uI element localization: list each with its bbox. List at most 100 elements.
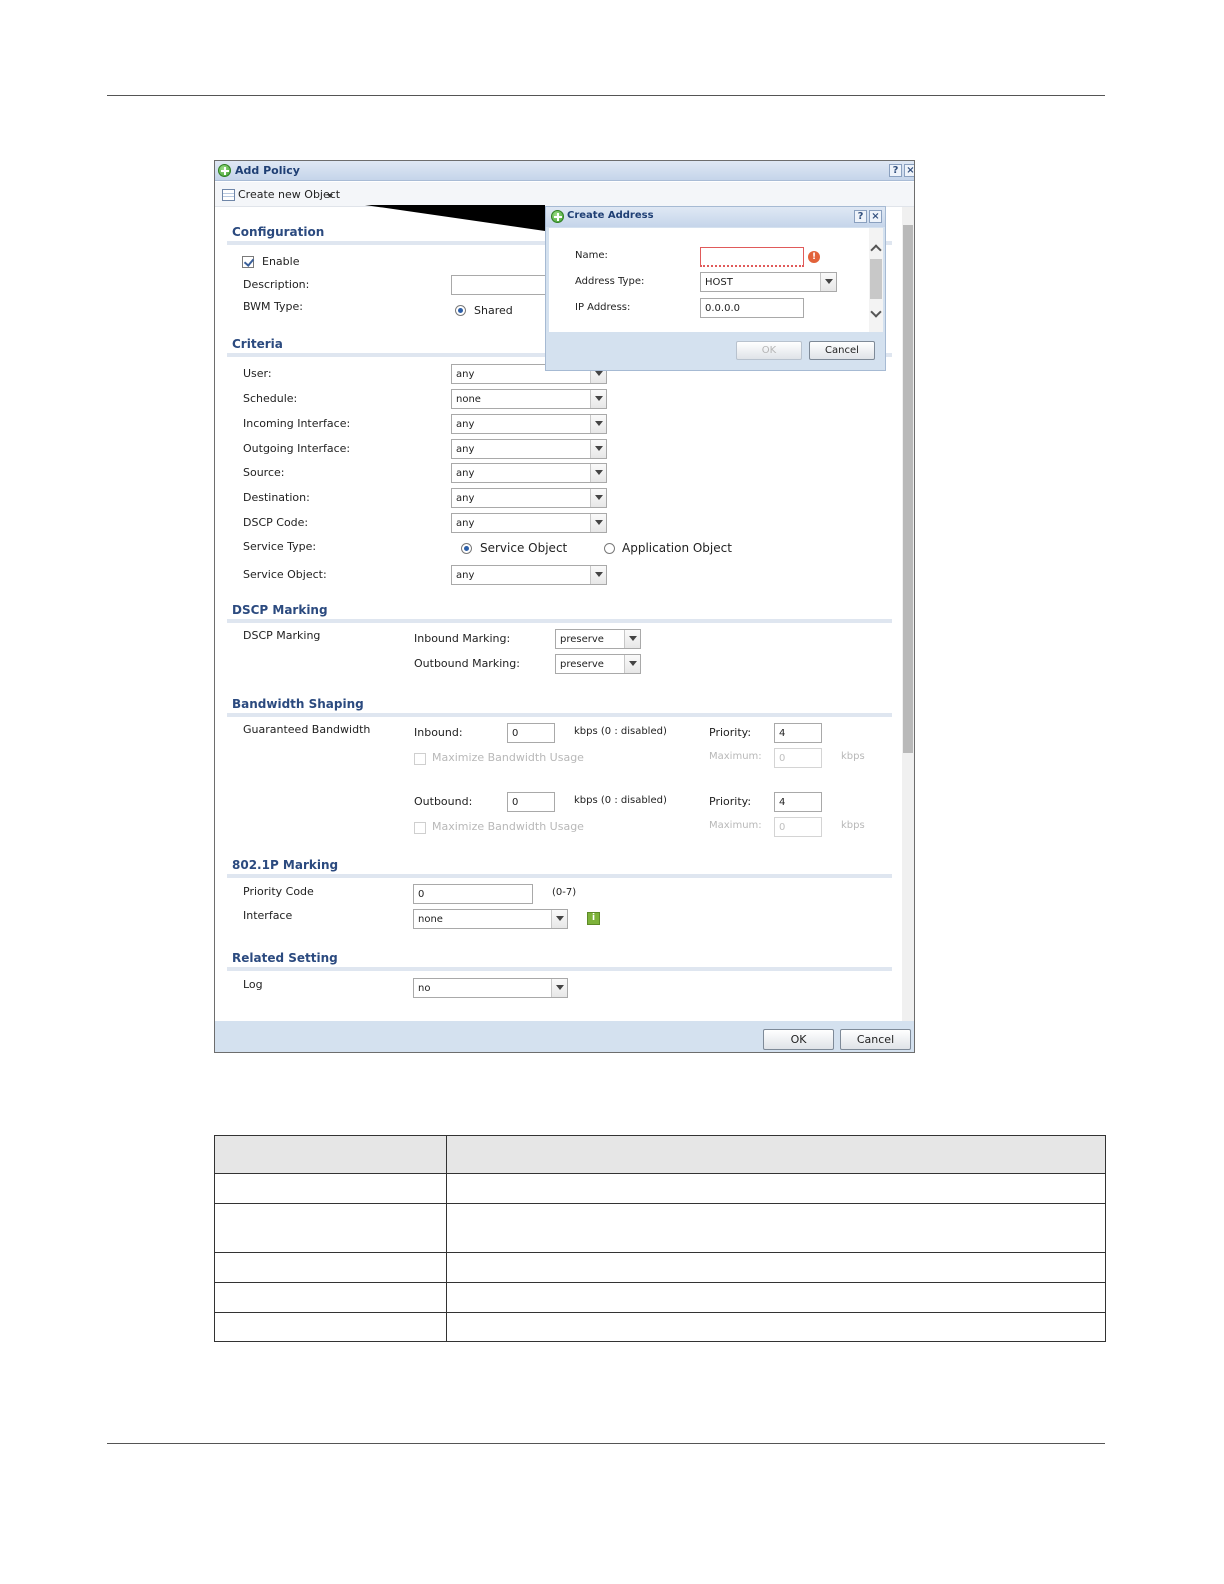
section-configuration-heading: Configuration	[232, 225, 325, 239]
bwm-shared-label: Shared	[474, 304, 513, 317]
source-select[interactable]: any	[451, 463, 607, 483]
service-object-radio[interactable]	[461, 543, 472, 554]
dscp-marking-row-label: DSCP Marking	[243, 629, 321, 642]
service-object-label: Service Object:	[243, 568, 327, 581]
table-cell	[446, 1282, 1106, 1313]
chevron-down-icon	[590, 464, 606, 482]
chevron-down-icon	[820, 273, 836, 291]
chevron-down-icon	[327, 194, 333, 198]
outbound-maximize-label: Maximize Bandwidth Usage	[432, 820, 584, 833]
log-select[interactable]: no	[413, 978, 568, 998]
chevron-down-icon	[590, 390, 606, 408]
table-row	[214, 1203, 1106, 1253]
address-type-select[interactable]: HOST	[700, 272, 837, 292]
table-header-cell	[446, 1135, 1106, 1174]
priority-code-label: Priority Code	[243, 885, 314, 898]
chevron-down-icon	[551, 979, 567, 997]
inbound-maximum-input[interactable]: 0	[774, 748, 822, 768]
destination-select[interactable]: any	[451, 488, 607, 508]
inbound-priority-input[interactable]: 4	[774, 723, 822, 743]
inbound-hint: kbps (0 : disabled)	[574, 726, 667, 737]
inbound-maximum-unit: kbps	[841, 751, 865, 762]
inbound-marking-value: preserve	[560, 634, 604, 645]
log-value: no	[418, 983, 431, 994]
inbound-bandwidth-input[interactable]: 0	[507, 723, 555, 743]
source-label: Source:	[243, 466, 285, 479]
outgoing-interface-select[interactable]: any	[451, 439, 607, 459]
interface-select[interactable]: none	[413, 909, 568, 929]
table-header-cell	[214, 1135, 447, 1174]
schedule-select[interactable]: none	[451, 389, 607, 409]
bwm-shared-radio[interactable]	[455, 305, 466, 316]
outbound-maximum-input[interactable]: 0	[774, 817, 822, 837]
inbound-label: Inbound:	[414, 726, 463, 739]
dialog-cancel-button[interactable]: Cancel	[809, 341, 875, 360]
outbound-marking-value: preserve	[560, 659, 604, 670]
dscp-code-select[interactable]: any	[451, 513, 607, 533]
ip-address-label: IP Address:	[575, 302, 631, 313]
user-value: any	[456, 369, 475, 380]
dialog-title: Create Address	[567, 210, 654, 221]
scrollbar-thumb[interactable]	[903, 225, 913, 753]
inbound-marking-label: Inbound Marking:	[414, 632, 511, 645]
section-dscp-marking-heading: DSCP Marking	[232, 603, 328, 617]
inbound-marking-select[interactable]: preserve	[555, 629, 641, 649]
section-criteria-heading: Criteria	[232, 337, 283, 351]
outbound-bandwidth-input[interactable]: 0	[507, 792, 555, 812]
close-button[interactable]: ×	[869, 210, 882, 223]
chevron-down-icon	[590, 514, 606, 532]
dialog-body: Name: ! Address Type: HOST IP Address: 0…	[549, 228, 869, 332]
window-footer: OK Cancel	[215, 1021, 914, 1052]
dscp-code-label: DSCP Code:	[243, 516, 309, 529]
inbound-priority-label: Priority:	[709, 726, 752, 739]
table-cell	[214, 1173, 447, 1204]
dialog-titlebar: Create Address ? ×	[546, 207, 885, 227]
description-label: Description:	[243, 278, 310, 291]
table-cell	[214, 1312, 447, 1342]
inbound-maximize-checkbox[interactable]	[414, 753, 426, 765]
ok-button[interactable]: OK	[763, 1029, 834, 1050]
service-object-select[interactable]: any	[451, 565, 607, 585]
dialog-scrollbar-thumb[interactable]	[870, 259, 882, 299]
application-object-radio[interactable]	[604, 543, 615, 554]
table-cell	[214, 1282, 447, 1313]
pointer-wedge	[365, 205, 545, 231]
incoming-interface-value: any	[456, 419, 475, 430]
info-icon[interactable]: i	[587, 912, 600, 925]
page-footer-rule	[107, 1443, 1105, 1444]
source-value: any	[456, 468, 475, 479]
description-input[interactable]	[451, 275, 551, 295]
chevron-down-icon	[551, 910, 567, 928]
interface-label: Interface	[243, 909, 293, 922]
table-header-row	[214, 1135, 1106, 1174]
table-cell	[446, 1203, 1106, 1253]
create-new-object-menu[interactable]: Create new Object	[238, 188, 340, 201]
enable-checkbox[interactable]	[242, 256, 254, 268]
toolbar: Create new Object	[215, 182, 914, 207]
section-divider	[227, 874, 892, 878]
service-object-value: any	[456, 570, 475, 581]
table-cell	[446, 1173, 1106, 1204]
table-cell	[214, 1252, 447, 1283]
ip-address-input[interactable]: 0.0.0.0	[700, 298, 804, 318]
incoming-interface-select[interactable]: any	[451, 414, 607, 434]
interface-value: none	[418, 914, 443, 925]
outbound-priority-label: Priority:	[709, 795, 752, 808]
description-table	[214, 1135, 1106, 1342]
outbound-priority-input[interactable]: 4	[774, 792, 822, 812]
cancel-button[interactable]: Cancel	[840, 1029, 911, 1050]
outbound-maximize-checkbox[interactable]	[414, 822, 426, 834]
dialog-ok-button[interactable]: OK	[736, 341, 802, 360]
outbound-marking-select[interactable]: preserve	[555, 654, 641, 674]
help-button[interactable]: ?	[854, 210, 867, 223]
dscp-code-value: any	[456, 518, 475, 529]
enable-label: Enable	[262, 255, 300, 268]
add-icon	[551, 210, 564, 223]
chevron-down-icon	[590, 415, 606, 433]
name-input[interactable]	[700, 247, 804, 267]
close-button[interactable]: ×	[904, 164, 914, 177]
incoming-interface-label: Incoming Interface:	[243, 417, 351, 430]
priority-code-input[interactable]: 0	[413, 884, 533, 904]
chevron-down-icon	[590, 440, 606, 458]
help-button[interactable]: ?	[889, 164, 902, 177]
